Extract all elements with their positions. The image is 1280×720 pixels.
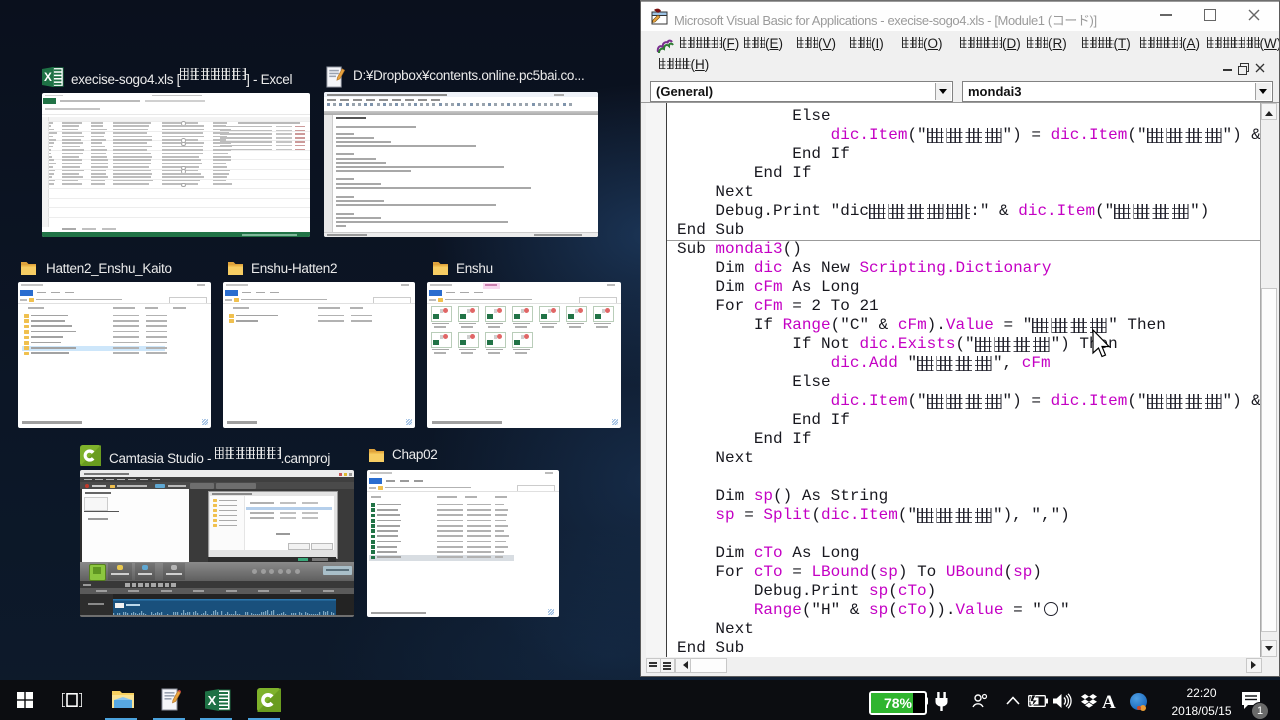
svg-text:X: X — [208, 693, 217, 708]
svg-text:X: X — [44, 70, 52, 84]
